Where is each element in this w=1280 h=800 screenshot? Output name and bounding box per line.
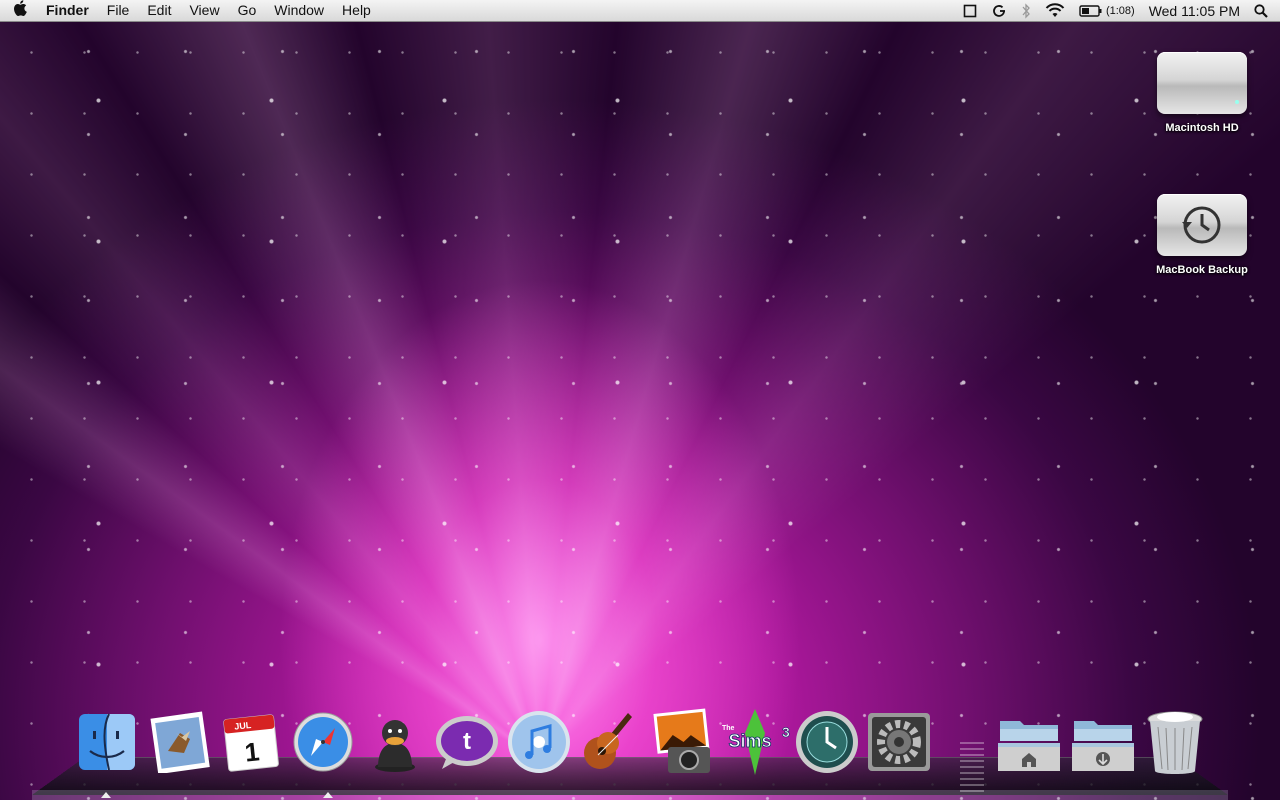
dock-reflection [32,790,1228,800]
time-machine-icon [796,711,858,773]
menu-view[interactable]: View [180,0,228,21]
menu-window[interactable]: Window [265,0,333,21]
desktop-icon-macintosh-hd[interactable]: Macintosh HD [1147,52,1257,134]
wallpaper-rays [0,0,1280,800]
mail-icon [150,711,210,773]
garageband-icon [584,713,632,769]
dock-item-sims3[interactable]: The Sims 3 [720,704,790,780]
dock-item-twitter[interactable]: t [432,704,502,780]
apple-menu[interactable] [0,0,40,21]
dock: JUL 1 t The Sims 3 [72,704,1222,784]
menu-help[interactable]: Help [333,0,380,21]
dock-item-finder[interactable] [72,704,142,780]
sync-icon[interactable] [984,3,1014,19]
desktop-icon-label: MacBook Backup [1156,264,1248,276]
safari-icon [293,712,353,772]
dock-item-applications-folder[interactable] [994,704,1064,780]
menu-go[interactable]: Go [229,0,266,21]
sims-number: 3 [782,724,790,740]
hard-drive-icon [1157,52,1247,114]
desktop-icon-label: Macintosh HD [1165,122,1239,134]
dock-item-safari[interactable] [288,704,358,780]
apple-icon [14,0,27,17]
dock-item-itunes[interactable] [504,704,574,780]
dock-item-garageband[interactable] [576,704,646,780]
dock-item-iphoto[interactable] [648,704,718,780]
running-indicator [323,792,333,798]
menu-file[interactable]: File [98,0,139,21]
clock[interactable]: Wed 11:05 PM [1142,3,1247,19]
sims-label: Sims [728,731,771,751]
iphoto-icon [653,708,710,773]
status-area: (1:08) Wed 11:05 PM [956,0,1280,21]
menu-bar: Finder File Edit View Go Window Help (1:… [0,0,1280,22]
adium-icon [375,720,415,772]
dock-item-adium[interactable] [360,704,430,780]
battery-time: (1:08) [1105,4,1135,17]
applications-folder-icon [998,721,1060,771]
sims3-icon: The Sims 3 [722,709,790,775]
wifi-icon[interactable] [1038,3,1072,18]
dock-item-time-machine[interactable] [792,704,862,780]
dock-item-downloads-folder[interactable] [1068,704,1138,780]
twitter-icon: t [436,716,498,769]
bluetooth-icon[interactable] [1014,2,1038,19]
system-preferences-icon [868,713,930,771]
trash-icon [1147,711,1203,774]
ical-icon: JUL 1 [223,714,279,772]
dock-separator[interactable] [960,742,984,792]
finder-icon [79,713,135,771]
dock-item-trash[interactable] [1140,704,1210,780]
running-indicator [101,792,111,798]
wallpaper-stars [0,0,1280,800]
menu-edit[interactable]: Edit [138,0,180,21]
calendar-month: JUL [234,720,252,732]
display-icon[interactable] [956,4,984,18]
dock-item-mail[interactable] [144,704,214,780]
dock-item-ical[interactable]: JUL 1 [216,704,286,780]
battery-icon [1079,4,1102,17]
desktop-icon-macbook-backup[interactable]: MacBook Backup [1147,194,1257,276]
battery-status[interactable]: (1:08) [1072,5,1142,17]
svg-text:t: t [463,728,471,755]
menu-finder[interactable]: Finder [40,0,98,21]
time-machine-drive-icon [1157,194,1247,256]
itunes-icon [508,711,570,773]
downloads-folder-icon [1072,721,1134,771]
spotlight-icon[interactable] [1247,3,1280,18]
dock-item-system-preferences[interactable] [864,704,934,780]
